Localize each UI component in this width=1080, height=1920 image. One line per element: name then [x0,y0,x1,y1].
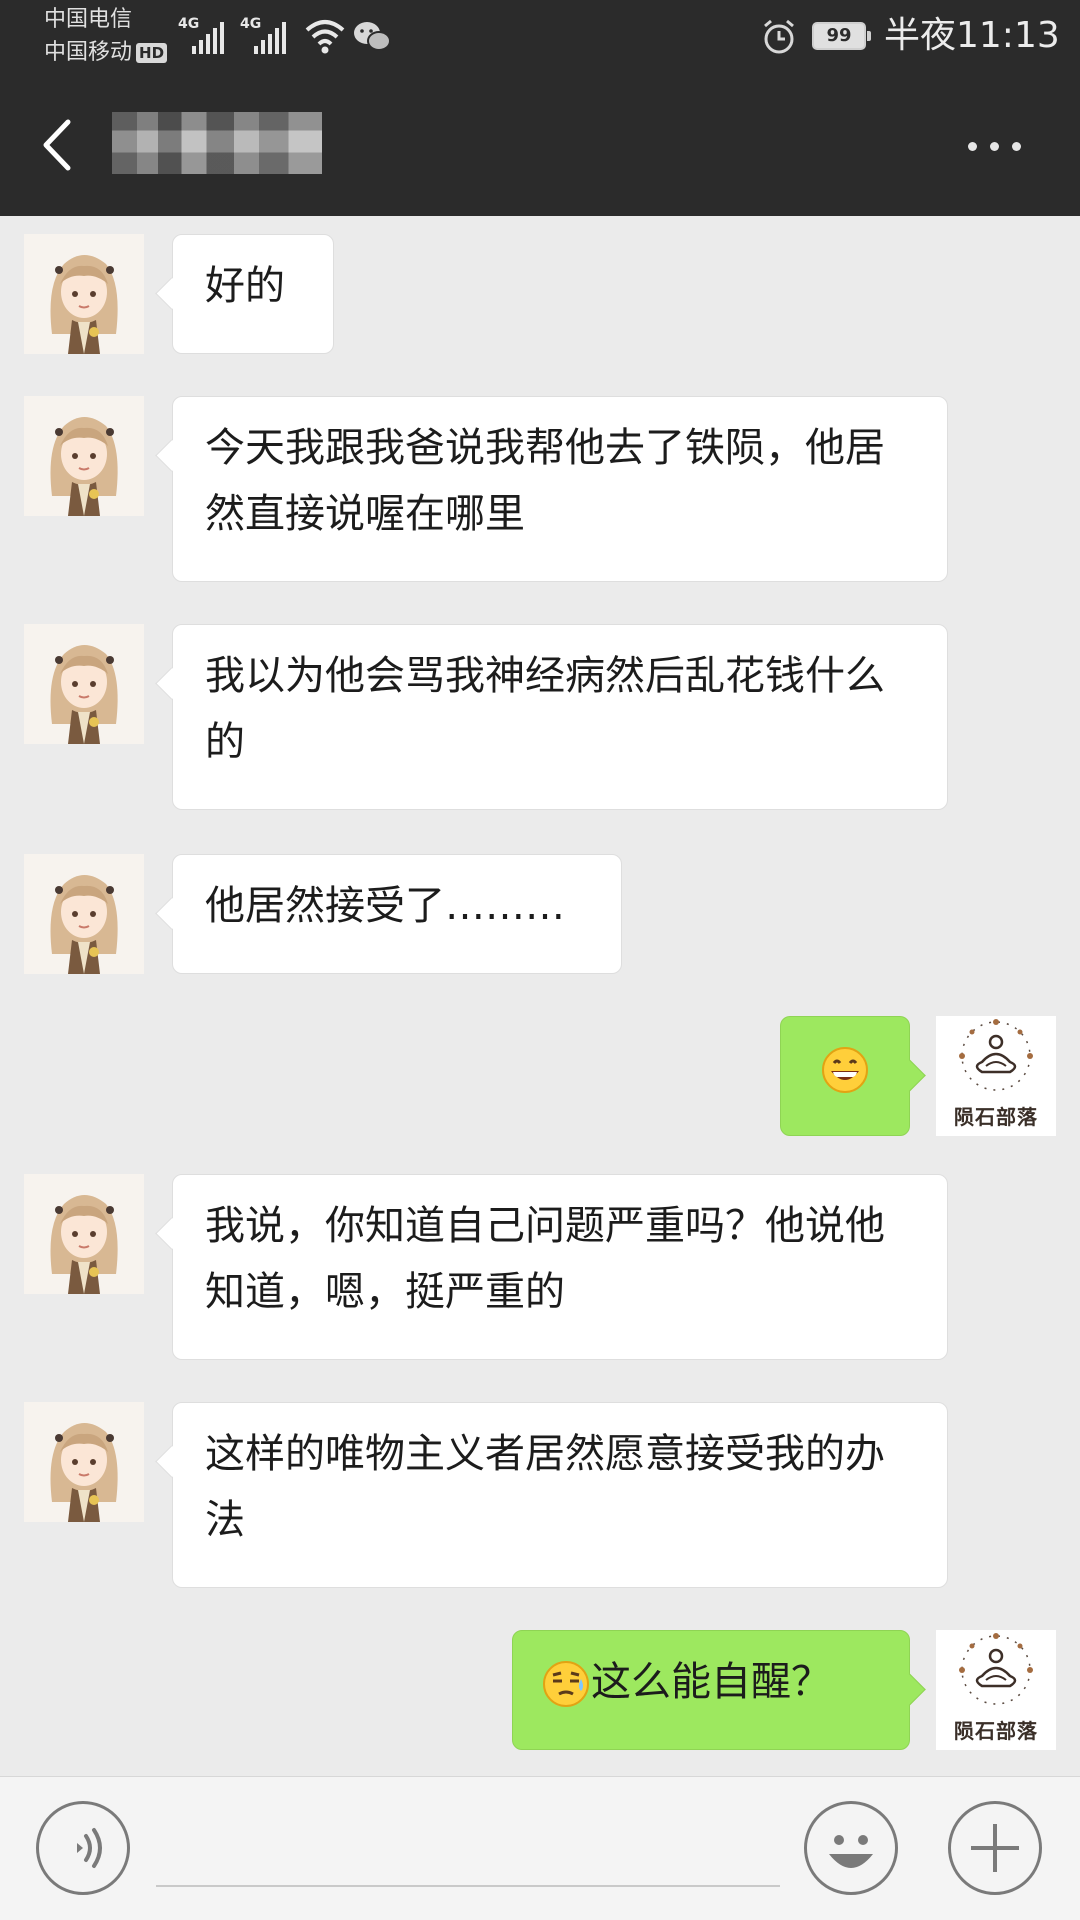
message-bubble-sent[interactable] [780,1016,910,1136]
contact-name-pixelated[interactable] [112,112,322,174]
alarm-icon [764,19,794,54]
girl-illustration-icon [24,1174,144,1294]
message-bubble-received[interactable]: 这样的唯物主义者居然愿意接受我的办法 [172,1402,948,1588]
meteorite-tribe-logo-icon [959,1633,1033,1705]
status-bar: 中国电信 中国移动 HD 4G 4G 99 半夜11:13 [0,0,1080,76]
contact-avatar[interactable] [24,234,144,354]
message-bubble-received[interactable]: 今天我跟我爸说我帮他去了铁陨，他居然直接说喔在哪里 [172,396,948,582]
message-bubble-received[interactable]: 我以为他会骂我神经病然后乱花钱什么的 [172,624,948,810]
message-bubble-received[interactable]: 他居然接受了……… [172,854,622,974]
contact-avatar[interactable] [24,624,144,744]
girl-illustration-icon [24,1402,144,1522]
contact-avatar[interactable] [24,1174,144,1294]
girl-illustration-icon [24,234,144,354]
message-text: 这么能自醒？ [591,1659,831,1705]
carrier-label-mobile: 中国移动 HD [44,38,168,68]
emoji-icon [829,1835,873,1868]
grinning-face-emoji-icon [822,1047,868,1093]
carrier-label-telecom: 中国电信 [44,7,133,32]
battery-icon: 99 [812,22,871,50]
message-bubble-received[interactable]: 好的 [172,234,334,354]
message-text: 今天我跟我爸说我帮他去了铁陨，他居然直接说喔在哪里 [205,425,885,537]
message-input-bar [0,1776,1080,1920]
more-horizontal-icon[interactable] [960,126,1030,166]
self-avatar[interactable]: 陨石部落 [936,1016,1056,1136]
cellular-signal-icon-2: 4G [240,16,286,54]
self-avatar[interactable]: 陨石部落 [936,1630,1056,1750]
voice-button[interactable] [36,1801,130,1895]
message-input[interactable] [156,1817,780,1887]
message-text: 我说，你知道自己问题严重吗？他说他知道，嗯，挺严重的 [205,1203,885,1315]
message-text: 这样的唯物主义者居然愿意接受我的办法 [205,1431,885,1543]
self-avatar-logo-text: 陨石部落 [954,1719,1038,1743]
cellular-signal-icon: 4G [178,16,224,54]
girl-illustration-icon [24,854,144,974]
carrier-label-mobile-text: 中国移动 [44,40,133,65]
girl-illustration-icon [24,624,144,744]
plus-icon [971,1824,1019,1872]
wifi-icon [305,20,345,54]
add-button[interactable] [948,1801,1042,1895]
sweat-face-emoji-icon [543,1661,589,1707]
wechat-icon [354,22,391,51]
chat-message-list[interactable]: 好的 今天我跟我爸说我帮他去了铁陨，他居然直接说喔在哪里 我以为他会骂我神经病然… [0,216,1080,1776]
contact-avatar[interactable] [24,396,144,516]
emoji-button[interactable] [804,1801,898,1895]
contact-avatar[interactable] [24,1402,144,1522]
message-bubble-sent[interactable]: 这么能自醒？ [512,1630,910,1750]
chevron-left-icon[interactable] [30,110,90,180]
message-text: 我以为他会骂我神经病然后乱花钱什么的 [205,653,885,765]
message-text: 好的 [205,263,285,309]
voice-icon [77,1828,102,1868]
status-clock: 半夜11:13 [884,15,1060,56]
self-avatar-logo-text: 陨石部落 [954,1105,1038,1129]
message-text: 他居然接受了……… [205,883,565,929]
contact-avatar[interactable] [24,854,144,974]
girl-illustration-icon [24,396,144,516]
chat-header [0,76,1080,216]
message-bubble-received[interactable]: 我说，你知道自己问题严重吗？他说他知道，嗯，挺严重的 [172,1174,948,1360]
hd-badge: HD [136,43,168,63]
meteorite-tribe-logo-icon [959,1019,1033,1091]
